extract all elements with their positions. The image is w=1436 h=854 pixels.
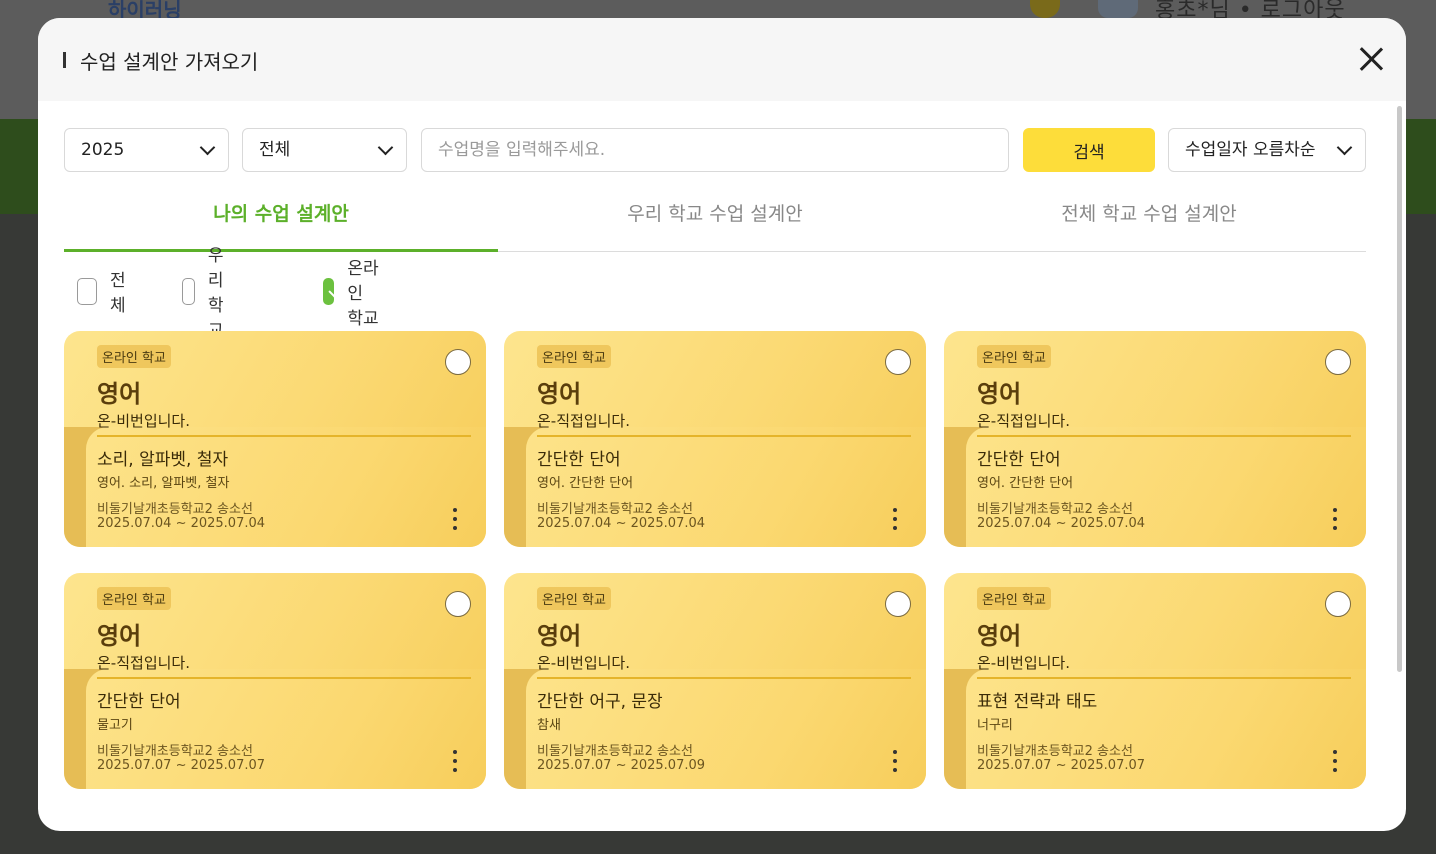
card-description: 온-비번입니다.	[537, 654, 630, 672]
more-vertical-icon[interactable]	[1326, 748, 1344, 776]
card-divider	[977, 435, 1351, 437]
card-description: 온-직접입니다.	[97, 654, 190, 672]
card-select-radio[interactable]	[885, 591, 911, 617]
chevron-down-icon	[1336, 139, 1353, 156]
more-vertical-icon[interactable]	[886, 748, 904, 776]
card-unit: 간단한 단어	[97, 692, 181, 712]
card-dates: 2025.07.04 ~ 2025.07.04	[977, 516, 1146, 531]
lesson-plan-card[interactable]: 온라인 학교 영어 온-직접입니다. 간단한 단어 영어. 간단한 단어 비둘기…	[504, 331, 926, 547]
import-lesson-plan-modal: 수업 설계안 가져오기 2025 전체 검색 수업일자 오름차순 나의 수업 설…	[38, 18, 1406, 831]
check-label: 전체	[110, 271, 126, 316]
more-vertical-icon[interactable]	[446, 506, 464, 534]
card-divider	[977, 677, 1351, 679]
lesson-plan-card[interactable]: 온라인 학교 영어 온-직접입니다. 간단한 단어 영어. 간단한 단어 비둘기…	[944, 331, 1366, 547]
close-icon[interactable]	[1356, 44, 1386, 74]
card-select-radio[interactable]	[445, 349, 471, 375]
modal-header: 수업 설계안 가져오기	[38, 18, 1406, 101]
lesson-search-input[interactable]	[421, 128, 1009, 172]
card-topic: 물고기	[97, 718, 133, 733]
checkbox[interactable]	[77, 277, 98, 305]
card-divider	[97, 435, 471, 437]
card-topic: 영어. 소리, 알파벳, 철자	[97, 476, 230, 491]
card-select-radio[interactable]	[1325, 591, 1351, 617]
card-select-radio[interactable]	[885, 349, 911, 375]
chevron-down-icon	[199, 139, 216, 156]
lesson-plan-card[interactable]: 온라인 학교 영어 온-비번입니다. 소리, 알파벳, 철자 영어. 소리, 알…	[64, 331, 486, 547]
checkbox[interactable]	[182, 277, 195, 305]
card-unit: 간단한 어구, 문장	[537, 692, 663, 712]
card-topic: 참새	[537, 718, 561, 733]
card-topic: 너구리	[977, 718, 1013, 733]
card-divider	[537, 435, 911, 437]
scope-select-value: 전체	[259, 140, 291, 160]
card-dates: 2025.07.04 ~ 2025.07.04	[537, 516, 706, 531]
card-subject: 영어	[97, 622, 142, 650]
year-select-value: 2025	[81, 140, 125, 160]
card-unit: 간단한 단어	[537, 450, 621, 470]
card-school-teacher: 비둘기날개초등학교2 송소선	[97, 744, 253, 759]
chevron-down-icon	[377, 139, 394, 156]
tab-all-school-lesson-plans[interactable]: 전체 학교 수업 설계안	[932, 196, 1366, 252]
card-divider	[537, 677, 911, 679]
card-school-teacher: 비둘기날개초등학교2 송소선	[977, 744, 1133, 759]
sort-select-value: 수업일자 오름차순	[1185, 140, 1316, 160]
card-subject: 영어	[977, 380, 1022, 408]
card-dates: 2025.07.04 ~ 2025.07.04	[97, 516, 266, 531]
card-school-teacher: 비둘기날개초등학교2 송소선	[97, 502, 253, 517]
title-accent-bar	[63, 52, 66, 68]
lesson-plan-card[interactable]: 온라인 학교 영어 온-직접입니다. 간단한 단어 물고기 비둘기날개초등학교2…	[64, 573, 486, 789]
card-school-teacher: 비둘기날개초등학교2 송소선	[537, 502, 693, 517]
avatar	[1098, 0, 1138, 18]
card-subject: 영어	[537, 622, 582, 650]
year-select[interactable]: 2025	[64, 128, 229, 172]
school-type-badge: 온라인 학교	[977, 345, 1051, 368]
school-type-badge: 온라인 학교	[977, 587, 1051, 610]
card-description: 온-직접입니다.	[537, 412, 630, 430]
more-vertical-icon[interactable]	[1326, 506, 1344, 534]
lesson-plan-card[interactable]: 온라인 학교 영어 온-비번입니다. 표현 전략과 태도 너구리 비둘기날개초등…	[944, 573, 1366, 789]
card-dates: 2025.07.07 ~ 2025.07.09	[537, 758, 706, 773]
lesson-plan-card[interactable]: 온라인 학교 영어 온-비번입니다. 간단한 어구, 문장 참새 비둘기날개초등…	[504, 573, 926, 789]
more-vertical-icon[interactable]	[886, 506, 904, 534]
card-dates: 2025.07.07 ~ 2025.07.07	[977, 758, 1146, 773]
school-type-badge: 온라인 학교	[97, 345, 171, 368]
card-topic: 영어. 간단한 단어	[537, 476, 634, 491]
card-subject: 영어	[97, 380, 142, 408]
check-all[interactable]: 전체	[77, 271, 133, 316]
modal-title: 수업 설계안 가져오기	[80, 50, 259, 74]
card-description: 온-비번입니다.	[977, 654, 1070, 672]
card-unit: 표현 전략과 태도	[977, 692, 1098, 712]
scope-select[interactable]: 전체	[242, 128, 407, 172]
card-description: 온-직접입니다.	[977, 412, 1070, 430]
checkbox-checked[interactable]	[323, 277, 335, 305]
check-label: 우리 학교	[207, 246, 224, 341]
card-unit: 간단한 단어	[977, 450, 1061, 470]
school-type-badge: 온라인 학교	[97, 587, 171, 610]
tab-our-school-lesson-plans[interactable]: 우리 학교 수업 설계안	[498, 196, 932, 252]
card-school-teacher: 비둘기날개초등학교2 송소선	[977, 502, 1133, 517]
card-select-radio[interactable]	[1325, 349, 1351, 375]
more-vertical-icon[interactable]	[446, 748, 464, 776]
check-online-school[interactable]: 온라인 학교	[323, 259, 379, 329]
card-topic: 영어. 간단한 단어	[977, 476, 1074, 491]
card-subject: 영어	[537, 380, 582, 408]
filter-row: 2025 전체 검색 수업일자 오름차순	[64, 128, 1366, 172]
modal-scrollbar[interactable]	[1397, 106, 1402, 672]
card-subject: 영어	[977, 622, 1022, 650]
search-button[interactable]: 검색	[1023, 128, 1155, 172]
lesson-plan-tabs: 나의 수업 설계안 우리 학교 수업 설계안 전체 학교 수업 설계안	[64, 196, 1366, 252]
school-type-badge: 온라인 학교	[537, 345, 611, 368]
card-unit: 소리, 알파벳, 철자	[97, 450, 229, 470]
check-our-school[interactable]: 우리 학교	[182, 246, 238, 341]
tab-my-lesson-plans[interactable]: 나의 수업 설계안	[64, 196, 498, 252]
card-select-radio[interactable]	[445, 591, 471, 617]
card-description: 온-비번입니다.	[97, 412, 190, 430]
card-dates: 2025.07.07 ~ 2025.07.07	[97, 758, 266, 773]
card-school-teacher: 비둘기날개초등학교2 송소선	[537, 744, 693, 759]
school-type-badge: 온라인 학교	[537, 587, 611, 610]
card-divider	[97, 677, 471, 679]
sort-select[interactable]: 수업일자 오름차순	[1168, 128, 1366, 172]
check-label: 온라인 학교	[347, 258, 379, 329]
